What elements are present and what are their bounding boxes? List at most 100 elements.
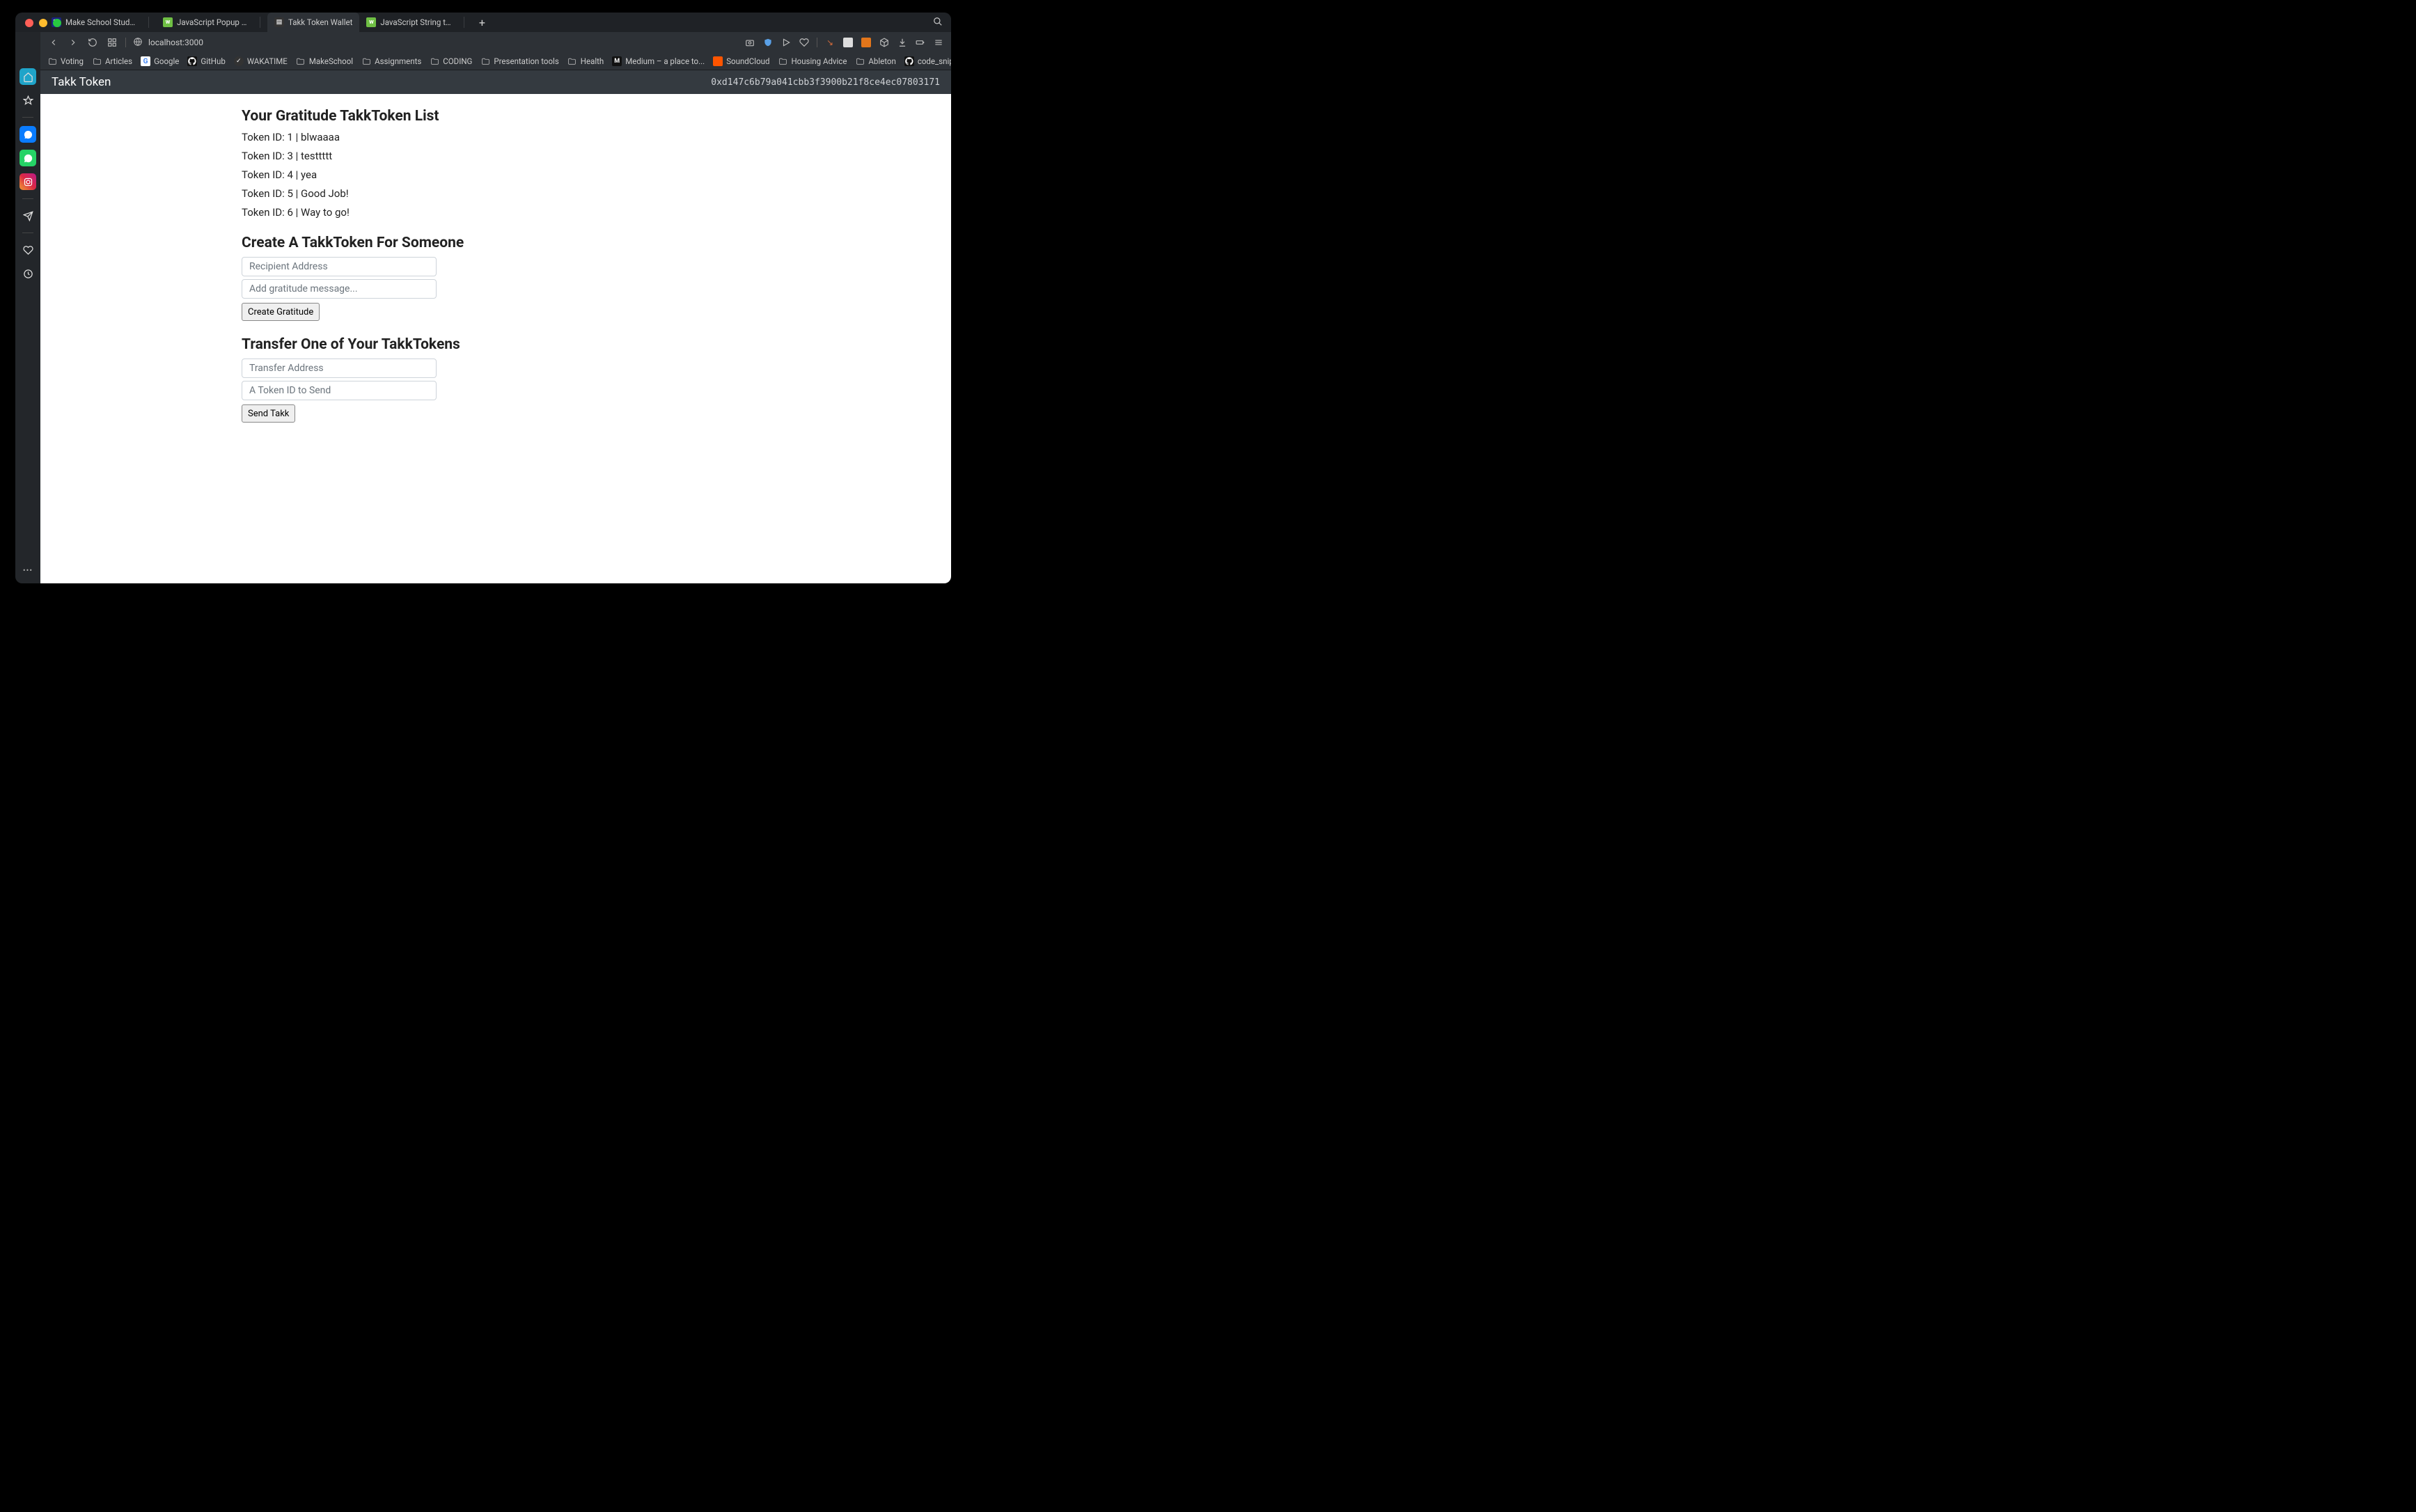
menu-icon[interactable] <box>933 37 944 48</box>
token-row: Token ID: 6 | Way to go! <box>242 205 645 219</box>
bookmark-item[interactable]: Health <box>567 56 604 66</box>
battery-icon[interactable] <box>915 37 926 48</box>
folder-icon <box>361 56 371 66</box>
github-icon <box>904 56 914 66</box>
token-id-input[interactable] <box>242 381 437 400</box>
reload-button[interactable] <box>86 36 99 49</box>
wallet-address: 0xd147c6b79a041cbb3f3900b21f8ce4ec078031… <box>711 77 940 88</box>
token-row: Token ID: 1 | blwaaaa <box>242 130 645 144</box>
dock-instagram-icon[interactable] <box>19 173 36 190</box>
bookmark-item[interactable]: MMedium – a place to... <box>612 56 705 66</box>
bookmark-item[interactable]: Ableton <box>855 56 895 66</box>
document-favicon: ▤ <box>274 17 284 27</box>
soundcloud-icon <box>713 56 723 66</box>
folder-icon <box>47 56 57 66</box>
tab-title: Make School Students - Calend <box>65 17 139 27</box>
google-icon: G <box>141 56 150 66</box>
tab-title: JavaScript Popup Boxes <box>177 17 250 27</box>
tab-title: JavaScript String toLowerCase <box>380 17 453 27</box>
bookmark-item[interactable]: GGoogle <box>141 56 179 66</box>
dock-messenger-icon[interactable] <box>19 126 36 143</box>
browser-tab-active[interactable]: ▤ Takk Token Wallet <box>267 13 359 32</box>
folder-icon <box>480 56 490 66</box>
bookmark-item[interactable]: Voting <box>47 56 84 66</box>
metamask-icon[interactable] <box>861 37 872 48</box>
token-list: Token ID: 1 | blwaaaa Token ID: 3 | test… <box>242 130 645 219</box>
maximize-window-button[interactable] <box>53 19 61 27</box>
globe-icon <box>133 37 143 49</box>
token-row: Token ID: 5 | Good Job! <box>242 187 645 200</box>
new-tab-button[interactable]: + <box>475 15 489 29</box>
minimize-window-button[interactable] <box>39 19 47 27</box>
dock-home-icon[interactable] <box>19 68 36 85</box>
brand-name: Takk Token <box>52 75 111 89</box>
window-controls <box>25 19 61 27</box>
dock-more-icon[interactable]: ••• <box>15 566 40 575</box>
shield-icon[interactable] <box>762 37 774 48</box>
bookmark-item[interactable]: Presentation tools <box>480 56 558 66</box>
folder-icon <box>778 56 787 66</box>
bookmark-item[interactable]: SoundCloud <box>713 56 769 66</box>
recipient-address-input[interactable] <box>242 257 437 276</box>
download-icon[interactable] <box>897 37 908 48</box>
play-icon[interactable] <box>781 37 792 48</box>
transfer-heading: Transfer One of Your TakkTokens <box>242 336 645 353</box>
address-bar[interactable]: localhost:3000 <box>133 37 203 49</box>
divider <box>148 17 149 28</box>
page-viewport: Takk Token 0xd147c6b79a041cbb3f3900b21f8… <box>40 70 951 583</box>
js-favicon: w <box>366 17 376 27</box>
bookmarks-bar: Voting Articles GGoogle GitHub ✓WAKATIME… <box>40 53 951 70</box>
tab-strip: 11 Make School Students - Calend w JavaS… <box>40 13 951 32</box>
divider <box>22 198 33 199</box>
bookmark-item[interactable]: Assignments <box>361 56 421 66</box>
send-takk-button[interactable]: Send Takk <box>242 404 295 423</box>
dock-history-icon[interactable] <box>19 265 36 282</box>
bookmark-item[interactable]: Housing Advice <box>778 56 847 66</box>
page-content: Your Gratitude TakkToken List Token ID: … <box>242 94 645 466</box>
bookmark-item[interactable]: code_snippets/Djan... <box>904 56 951 66</box>
browser-window: ••• 11 Make School Students - Calend w J… <box>15 13 951 583</box>
dock-whatsapp-icon[interactable] <box>19 150 36 166</box>
toolbar-right: ↘ <box>744 37 944 48</box>
toolbar: localhost:3000 ↘ <box>40 32 951 53</box>
forward-button[interactable] <box>67 36 79 49</box>
close-window-button[interactable] <box>25 19 33 27</box>
search-icon[interactable] <box>933 17 943 29</box>
divider <box>22 117 33 118</box>
page-navbar: Takk Token 0xd147c6b79a041cbb3f3900b21f8… <box>40 70 951 94</box>
token-row: Token ID: 4 | yea <box>242 168 645 182</box>
dock-send-icon[interactable] <box>19 207 36 224</box>
folder-icon <box>855 56 865 66</box>
dock-heart-icon[interactable] <box>19 242 36 258</box>
bookmark-item[interactable]: CODING <box>430 56 472 66</box>
tab-title: Takk Token Wallet <box>288 17 352 27</box>
sidebar-dock: ••• <box>15 32 40 583</box>
back-button[interactable] <box>47 36 60 49</box>
folder-icon <box>567 56 577 66</box>
wakatime-icon: ✓ <box>234 56 244 66</box>
gratitude-message-input[interactable] <box>242 279 437 299</box>
bookmark-item[interactable]: MakeSchool <box>296 56 353 66</box>
bookmark-item[interactable]: ✓WAKATIME <box>234 56 288 66</box>
bookmark-item[interactable]: GitHub <box>187 56 225 66</box>
dock-star-icon[interactable] <box>19 92 36 109</box>
extension-icon[interactable] <box>842 37 854 48</box>
transfer-address-input[interactable] <box>242 359 437 378</box>
create-form: Create Gratitude <box>242 257 645 321</box>
browser-tab[interactable]: 11 Make School Students - Calend <box>45 13 156 32</box>
browser-tab[interactable]: w JavaScript Popup Boxes <box>156 13 267 32</box>
create-gratitude-button[interactable]: Create Gratitude <box>242 303 320 321</box>
js-favicon: w <box>163 17 173 27</box>
token-row: Token ID: 3 | testtttt <box>242 149 645 163</box>
github-icon <box>187 56 197 66</box>
cube-icon[interactable] <box>879 37 890 48</box>
extension-icon[interactable]: ↘ <box>824 37 836 48</box>
heart-icon[interactable] <box>799 37 810 48</box>
browser-chrome: 11 Make School Students - Calend w JavaS… <box>40 13 951 70</box>
camera-icon[interactable] <box>744 37 755 48</box>
bookmark-item[interactable]: Articles <box>92 56 132 66</box>
apps-grid-icon[interactable] <box>106 36 118 49</box>
folder-icon <box>430 56 439 66</box>
browser-tab[interactable]: w JavaScript String toLowerCase <box>359 13 471 32</box>
folder-icon <box>92 56 102 66</box>
